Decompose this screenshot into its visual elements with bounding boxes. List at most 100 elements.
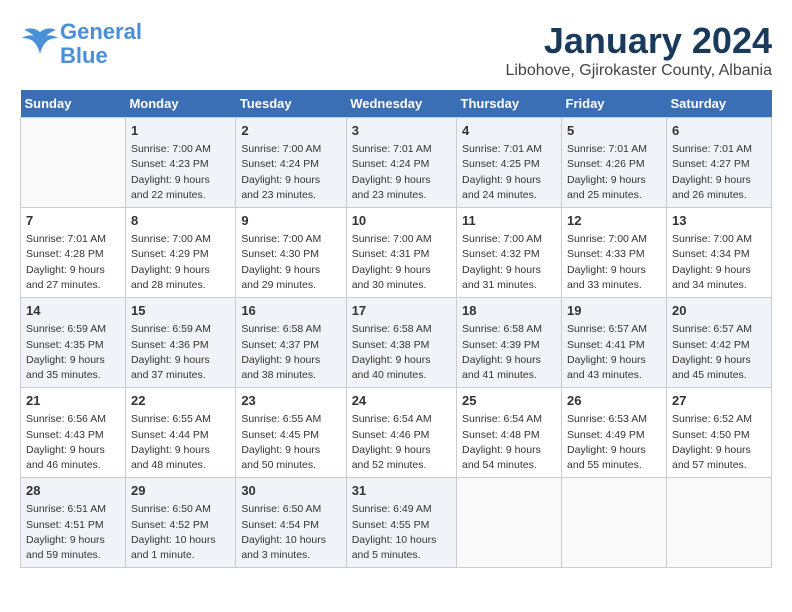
day-number: 17	[352, 302, 451, 320]
day-number: 27	[672, 392, 766, 410]
page-title: January 2024	[505, 20, 772, 62]
logo-text: General Blue	[60, 20, 142, 68]
day-number: 29	[131, 482, 230, 500]
calendar-cell: 26 Sunrise: 6:53 AMSunset: 4:49 PMDayligh…	[562, 388, 667, 478]
day-info: Sunrise: 6:55 AMSunset: 4:44 PMDaylight:…	[131, 412, 230, 473]
calendar-cell	[21, 118, 126, 208]
calendar-cell	[457, 478, 562, 568]
day-info: Sunrise: 7:00 AMSunset: 4:24 PMDaylight:…	[241, 142, 340, 203]
day-info: Sunrise: 6:58 AMSunset: 4:37 PMDaylight:…	[241, 322, 340, 383]
calendar-cell: 10 Sunrise: 7:00 AMSunset: 4:31 PMDayligh…	[346, 208, 456, 298]
calendar-week-row: 1 Sunrise: 7:00 AMSunset: 4:23 PMDaylight…	[21, 118, 772, 208]
calendar-header-row: SundayMondayTuesdayWednesdayThursdayFrid…	[21, 90, 772, 118]
day-number: 14	[26, 302, 120, 320]
day-info: Sunrise: 7:00 AMSunset: 4:31 PMDaylight:…	[352, 232, 451, 293]
day-number: 28	[26, 482, 120, 500]
day-number: 9	[241, 212, 340, 230]
day-info: Sunrise: 6:58 AMSunset: 4:38 PMDaylight:…	[352, 322, 451, 383]
day-number: 16	[241, 302, 340, 320]
calendar-cell: 31 Sunrise: 6:49 AMSunset: 4:55 PMDayligh…	[346, 478, 456, 568]
calendar-table: SundayMondayTuesdayWednesdayThursdayFrid…	[20, 90, 772, 568]
calendar-cell: 17 Sunrise: 6:58 AMSunset: 4:38 PMDayligh…	[346, 298, 456, 388]
calendar-cell	[666, 478, 771, 568]
calendar-week-row: 14 Sunrise: 6:59 AMSunset: 4:35 PMDayligh…	[21, 298, 772, 388]
day-number: 10	[352, 212, 451, 230]
day-info: Sunrise: 7:01 AMSunset: 4:25 PMDaylight:…	[462, 142, 556, 203]
calendar-cell: 12 Sunrise: 7:00 AMSunset: 4:33 PMDayligh…	[562, 208, 667, 298]
day-number: 31	[352, 482, 451, 500]
calendar-cell: 9 Sunrise: 7:00 AMSunset: 4:30 PMDaylight…	[236, 208, 346, 298]
calendar-cell: 15 Sunrise: 6:59 AMSunset: 4:36 PMDayligh…	[125, 298, 235, 388]
header-monday: Monday	[125, 90, 235, 118]
header-wednesday: Wednesday	[346, 90, 456, 118]
calendar-cell: 3Sunrise: 7:01 AMSunset: 4:24 PMDaylight…	[346, 118, 456, 208]
calendar-cell	[562, 478, 667, 568]
calendar-cell: 29 Sunrise: 6:50 AMSunset: 4:52 PMDayligh…	[125, 478, 235, 568]
day-number: 15	[131, 302, 230, 320]
day-info: Sunrise: 6:59 AMSunset: 4:36 PMDaylight:…	[131, 322, 230, 383]
calendar-cell: 6Sunrise: 7:01 AMSunset: 4:27 PMDaylight…	[666, 118, 771, 208]
day-number: 25	[462, 392, 556, 410]
day-info: Sunrise: 7:01 AMSunset: 4:27 PMDaylight:…	[672, 142, 766, 203]
calendar-cell: 5 Sunrise: 7:01 AMSunset: 4:26 PMDaylight…	[562, 118, 667, 208]
day-info: Sunrise: 6:57 AMSunset: 4:41 PMDaylight:…	[567, 322, 661, 383]
calendar-cell: 16 Sunrise: 6:58 AMSunset: 4:37 PMDayligh…	[236, 298, 346, 388]
calendar-cell: 11 Sunrise: 7:00 AMSunset: 4:32 PMDayligh…	[457, 208, 562, 298]
day-number: 21	[26, 392, 120, 410]
calendar-cell: 20Sunrise: 6:57 AMSunset: 4:42 PMDayligh…	[666, 298, 771, 388]
day-number: 19	[567, 302, 661, 320]
calendar-cell: 18Sunrise: 6:58 AMSunset: 4:39 PMDayligh…	[457, 298, 562, 388]
day-info: Sunrise: 7:01 AMSunset: 4:28 PMDaylight:…	[26, 232, 120, 293]
day-info: Sunrise: 6:49 AMSunset: 4:55 PMDaylight:…	[352, 502, 451, 563]
day-number: 7	[26, 212, 120, 230]
calendar-cell: 28 Sunrise: 6:51 AMSunset: 4:51 PMDayligh…	[21, 478, 126, 568]
day-number: 26	[567, 392, 661, 410]
day-number: 13	[672, 212, 766, 230]
calendar-week-row: 7 Sunrise: 7:01 AMSunset: 4:28 PMDaylight…	[21, 208, 772, 298]
day-number: 5	[567, 122, 661, 140]
day-info: Sunrise: 6:54 AMSunset: 4:46 PMDaylight:…	[352, 412, 451, 473]
day-number: 23	[241, 392, 340, 410]
calendar-cell: 7 Sunrise: 7:01 AMSunset: 4:28 PMDaylight…	[21, 208, 126, 298]
logo-general: General	[60, 19, 142, 44]
day-number: 1	[131, 122, 230, 140]
calendar-cell: 1 Sunrise: 7:00 AMSunset: 4:23 PMDaylight…	[125, 118, 235, 208]
day-number: 30	[241, 482, 340, 500]
day-info: Sunrise: 6:56 AMSunset: 4:43 PMDaylight:…	[26, 412, 120, 473]
day-info: Sunrise: 6:59 AMSunset: 4:35 PMDaylight:…	[26, 322, 120, 383]
day-info: Sunrise: 7:00 AMSunset: 4:33 PMDaylight:…	[567, 232, 661, 293]
day-info: Sunrise: 7:00 AMSunset: 4:23 PMDaylight:…	[131, 142, 230, 203]
day-info: Sunrise: 6:51 AMSunset: 4:51 PMDaylight:…	[26, 502, 120, 563]
header-thursday: Thursday	[457, 90, 562, 118]
day-number: 22	[131, 392, 230, 410]
day-number: 2	[241, 122, 340, 140]
day-info: Sunrise: 7:01 AMSunset: 4:26 PMDaylight:…	[567, 142, 661, 203]
header-saturday: Saturday	[666, 90, 771, 118]
calendar-cell: 23Sunrise: 6:55 AMSunset: 4:45 PMDayligh…	[236, 388, 346, 478]
title-block: January 2024 Libohove, Gjirokaster Count…	[505, 20, 772, 80]
day-number: 12	[567, 212, 661, 230]
calendar-cell: 14 Sunrise: 6:59 AMSunset: 4:35 PMDayligh…	[21, 298, 126, 388]
day-info: Sunrise: 7:00 AMSunset: 4:30 PMDaylight:…	[241, 232, 340, 293]
calendar-cell: 30 Sunrise: 6:50 AMSunset: 4:54 PMDayligh…	[236, 478, 346, 568]
logo-blue: Blue	[60, 43, 108, 68]
day-number: 11	[462, 212, 556, 230]
logo-icon	[20, 22, 60, 62]
day-info: Sunrise: 6:50 AMSunset: 4:54 PMDaylight:…	[241, 502, 340, 563]
day-number: 4	[462, 122, 556, 140]
day-info: Sunrise: 6:52 AMSunset: 4:50 PMDaylight:…	[672, 412, 766, 473]
day-info: Sunrise: 6:53 AMSunset: 4:49 PMDaylight:…	[567, 412, 661, 473]
day-info: Sunrise: 6:50 AMSunset: 4:52 PMDaylight:…	[131, 502, 230, 563]
calendar-week-row: 28 Sunrise: 6:51 AMSunset: 4:51 PMDayligh…	[21, 478, 772, 568]
day-number: 20	[672, 302, 766, 320]
calendar-cell: 21 Sunrise: 6:56 AMSunset: 4:43 PMDayligh…	[21, 388, 126, 478]
day-number: 18	[462, 302, 556, 320]
calendar-cell: 25Sunrise: 6:54 AMSunset: 4:48 PMDayligh…	[457, 388, 562, 478]
page-subtitle: Libohove, Gjirokaster County, Albania	[505, 62, 772, 80]
day-info: Sunrise: 7:00 AMSunset: 4:32 PMDaylight:…	[462, 232, 556, 293]
header-friday: Friday	[562, 90, 667, 118]
calendar-cell: 27 Sunrise: 6:52 AMSunset: 4:50 PMDayligh…	[666, 388, 771, 478]
day-info: Sunrise: 7:00 AMSunset: 4:34 PMDaylight:…	[672, 232, 766, 293]
day-number: 3	[352, 122, 451, 140]
calendar-cell: 24Sunrise: 6:54 AMSunset: 4:46 PMDayligh…	[346, 388, 456, 478]
